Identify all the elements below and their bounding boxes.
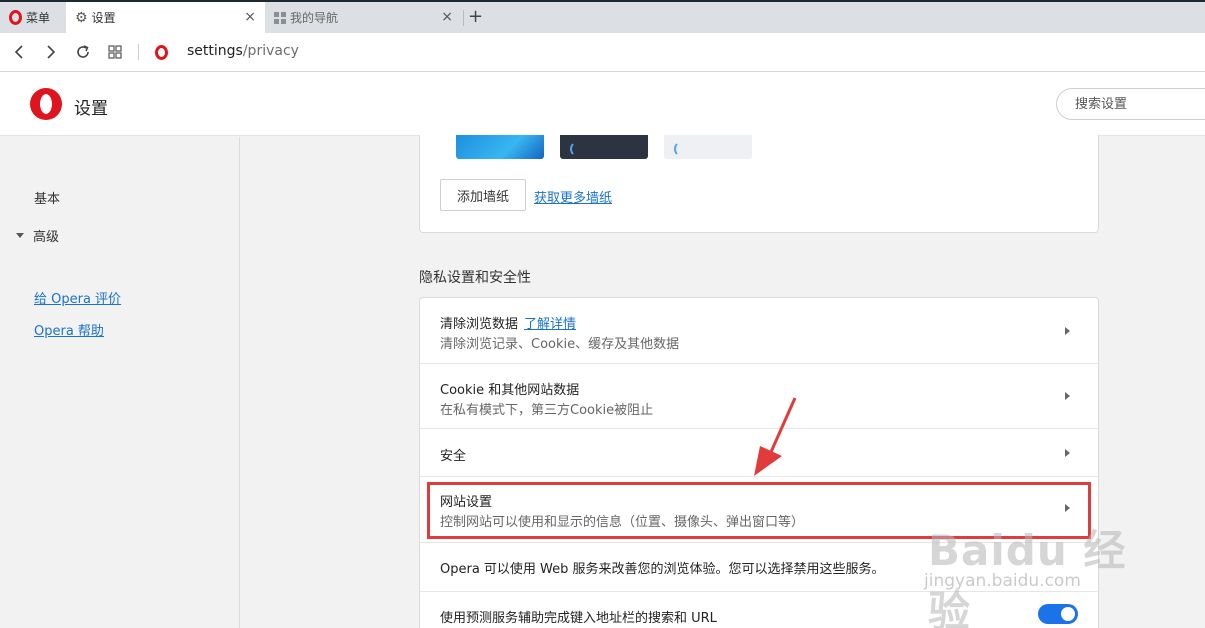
wallpaper-card: 添加墙纸 获取更多墙纸	[419, 135, 1099, 233]
tab-strip: 菜单 ⚙ 设置 × 我的导航 × +	[0, 0, 1205, 33]
tab-settings-label: 设置	[91, 11, 116, 25]
row-title-text: 清除浏览数据	[440, 317, 519, 332]
settings-header: 设置	[0, 72, 1205, 136]
row-title: 使用预测服务辅助完成键入地址栏的搜索和 URL	[440, 611, 717, 626]
prediction-service-toggle[interactable]	[1038, 604, 1078, 624]
row-subtitle: 在私有模式下，第三方Cookie被阻止	[440, 403, 654, 418]
learn-more-link[interactable]: 了解详情	[524, 317, 576, 332]
row-title: 清除浏览数据 了解详情	[440, 313, 576, 332]
url-path: /privacy	[242, 43, 299, 59]
security-row[interactable]: 安全	[420, 429, 1098, 477]
clear-browsing-data-row[interactable]: 清除浏览数据 了解详情 清除浏览记录、Cookie、缓存及其他数据	[420, 298, 1098, 364]
page-title: 设置	[74, 99, 108, 119]
url-host: settings	[187, 43, 243, 59]
chevron-left-icon	[14, 45, 23, 59]
cookies-row[interactable]: Cookie 和其他网站数据 在私有模式下，第三方Cookie被阻止	[420, 364, 1098, 429]
tab-my-navigation[interactable]: 我的导航 ×	[265, 2, 462, 33]
wallpaper-thumbnail[interactable]	[664, 135, 752, 159]
tab-separator	[463, 10, 464, 26]
opera-logo-icon	[30, 88, 62, 120]
tab-my-navigation-label: 我的导航	[290, 11, 339, 25]
reload-icon	[77, 45, 89, 58]
row-title: 网站设置	[440, 495, 493, 510]
opera-help-link[interactable]: Opera 帮助	[34, 320, 104, 339]
privacy-card: 清除浏览数据 了解详情 清除浏览记录、Cookie、缓存及其他数据 Cookie …	[419, 297, 1099, 628]
site-settings-row[interactable]: 网站设置 控制网站可以使用和显示的信息（位置、摄像头、弹出窗口等）	[420, 477, 1098, 543]
sidebar-item-advanced[interactable]: 高级	[16, 226, 59, 245]
grid-icon	[108, 45, 122, 59]
wallpaper-thumbnail[interactable]	[456, 135, 544, 159]
row-title: 安全	[440, 449, 467, 464]
sidebar-item-basic[interactable]: 基本	[34, 188, 60, 207]
wallpaper-thumbnail[interactable]	[560, 135, 648, 159]
main-content: 添加墙纸 获取更多墙纸 隐私设置和安全性 清除浏览数据 了解详情 清除浏览记录、C…	[241, 135, 1205, 628]
address-separator	[138, 44, 139, 60]
new-tab-button[interactable]: +	[468, 6, 483, 28]
search-settings-input[interactable]	[1056, 88, 1205, 120]
tab-settings[interactable]: ⚙ 设置 ×	[66, 2, 265, 33]
row-title: Cookie 和其他网站数据	[440, 383, 580, 398]
privacy-section-title: 隐私设置和安全性	[419, 270, 531, 286]
add-wallpaper-button[interactable]: 添加墙纸	[440, 179, 526, 211]
row-subtitle: 控制网站可以使用和显示的信息（位置、摄像头、弹出窗口等）	[440, 515, 805, 530]
gear-icon: ⚙	[75, 9, 88, 26]
chevron-right-icon	[1065, 504, 1070, 512]
rate-opera-link[interactable]: 给 Opera 评价	[34, 288, 121, 307]
forward-button[interactable]	[41, 42, 61, 62]
reload-button[interactable]	[73, 42, 93, 62]
sidebar: 基本 高级 给 Opera 评价 Opera 帮助	[0, 137, 240, 628]
url-field[interactable]: settings/privacy	[187, 43, 299, 59]
opera-logo-icon	[9, 10, 22, 25]
get-more-wallpapers-link[interactable]: 获取更多墙纸	[534, 187, 612, 206]
opera-logo-icon	[155, 45, 168, 60]
opera-menu-button[interactable]: 菜单	[0, 2, 66, 33]
caret-down-icon	[16, 233, 24, 238]
speed-dial-button[interactable]	[105, 42, 125, 62]
chevron-right-icon	[1065, 449, 1070, 457]
row-subtitle: 清除浏览记录、Cookie、缓存及其他数据	[440, 337, 680, 352]
row-title: Opera 可以使用 Web 服务来改善您的浏览体验。您可以选择禁用这些服务。	[440, 562, 885, 577]
close-icon[interactable]: ×	[441, 10, 453, 24]
chevron-right-icon	[1065, 327, 1070, 335]
sidebar-item-advanced-label: 高级	[33, 230, 60, 245]
address-bar: settings/privacy	[0, 33, 1205, 72]
loading-spinner-icon	[570, 141, 586, 157]
prediction-service-row: 使用预测服务辅助完成键入地址栏的搜索和 URL	[420, 591, 1098, 628]
loading-spinner-icon	[674, 141, 690, 157]
chevron-right-icon	[47, 45, 56, 59]
close-icon[interactable]: ×	[244, 10, 256, 24]
menu-label: 菜单	[26, 11, 51, 25]
chevron-right-icon	[1065, 392, 1070, 400]
back-button[interactable]	[9, 42, 29, 62]
toggle-knob	[1061, 607, 1075, 621]
grid-icon	[274, 11, 286, 24]
web-services-info-row: Opera 可以使用 Web 服务来改善您的浏览体验。您可以选择禁用这些服务。	[420, 543, 1098, 591]
